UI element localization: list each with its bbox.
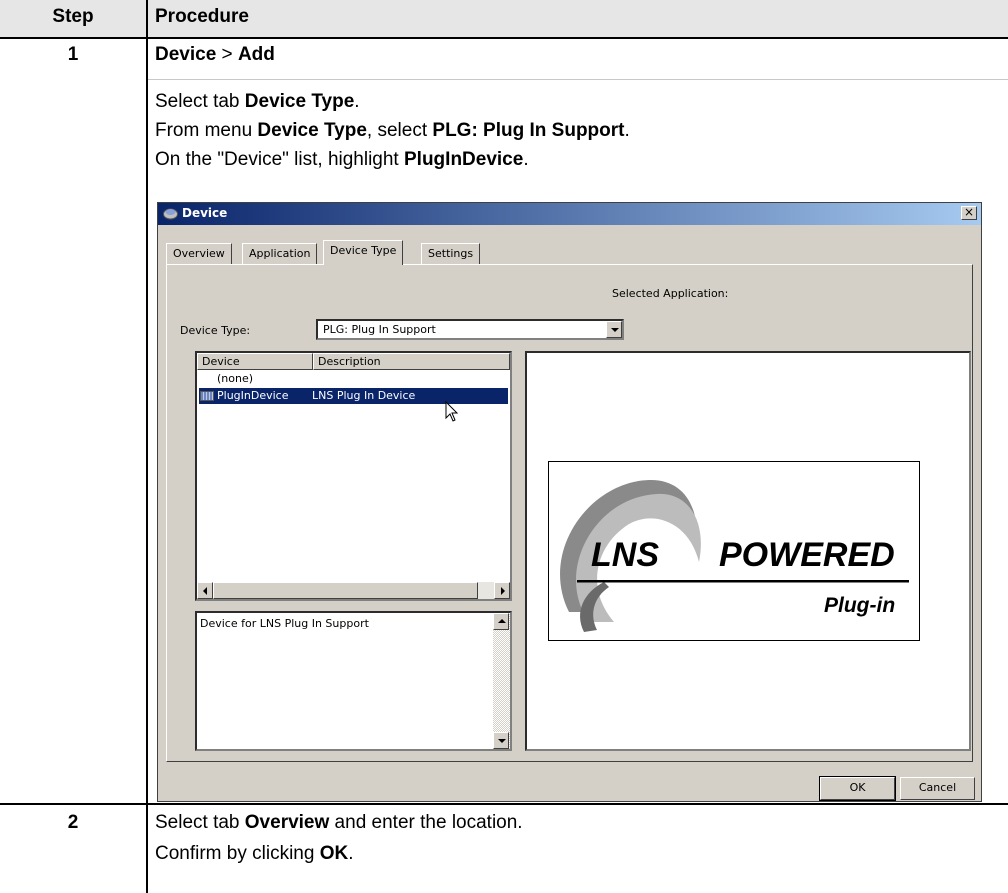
- device-app-icon: [163, 208, 178, 220]
- arrow-left-icon: [203, 587, 207, 595]
- step1-line-select-tab: Select tab Device Type.: [155, 91, 360, 112]
- selected-application-label: Selected Application:: [612, 287, 729, 300]
- close-icon[interactable]: ×: [961, 206, 977, 220]
- step1-line-highlight-device: On the "Device" list, highlight PlugInDe…: [155, 149, 529, 170]
- column-header-description[interactable]: Description: [313, 353, 510, 370]
- step2-line-overview: Select tab Overview and enter the locati…: [155, 812, 523, 833]
- table-header: Step Procedure: [0, 0, 1008, 39]
- dialog-titlebar[interactable]: Device ×: [158, 203, 981, 225]
- column-header-device[interactable]: Device: [197, 353, 313, 370]
- tab-application[interactable]: Application: [242, 243, 318, 264]
- list-item-device: PlugInDevice: [217, 389, 289, 402]
- dropdown-button[interactable]: [606, 321, 622, 338]
- list-item-none[interactable]: (none): [199, 371, 508, 387]
- horizontal-scrollbar[interactable]: [197, 582, 510, 599]
- procedure-column-header: Procedure: [155, 6, 249, 27]
- device-type-select[interactable]: PLG: Plug In Support: [316, 319, 624, 340]
- tab-overview[interactable]: Overview: [166, 243, 232, 264]
- step1-line-device-type-menu: From menu Device Type, select PLG: Plug …: [155, 120, 630, 141]
- ok-button[interactable]: OK: [819, 776, 896, 801]
- device-image-panel: LNS POWERED Plug-in: [525, 351, 971, 751]
- device-type-label: Device Type:: [180, 324, 251, 337]
- device-type-value: PLG: Plug In Support: [323, 323, 436, 336]
- vertical-scrollbar[interactable]: [493, 613, 510, 749]
- step-number-1: 1: [67, 44, 79, 65]
- step-column-header: Step: [52, 6, 94, 27]
- row-separator: [148, 79, 1008, 80]
- logo-plugin-text: Plug-in: [824, 594, 896, 617]
- scroll-thumb[interactable]: [213, 582, 478, 599]
- step-number-2: 2: [67, 812, 79, 833]
- device-list[interactable]: Device Description (none) PlugInDevice L…: [195, 351, 512, 601]
- list-item-device: (none): [217, 372, 254, 385]
- chevron-down-icon: [611, 328, 619, 332]
- dialog-title: Device: [182, 206, 228, 220]
- arrow-down-icon: [498, 739, 506, 743]
- device-description-text: Device for LNS Plug In Support: [200, 617, 369, 630]
- device-dialog: Device × Overview Application Device Typ…: [157, 202, 982, 802]
- lns-powered-logo: LNS POWERED Plug-in: [548, 461, 920, 641]
- scroll-right-button[interactable]: [494, 582, 510, 599]
- step1-line-device-add: Device > Add: [155, 44, 275, 65]
- list-item-description: LNS Plug In Device: [312, 389, 416, 402]
- arrow-right-icon: [501, 587, 505, 595]
- mouse-cursor-icon: [445, 401, 459, 422]
- scroll-up-button[interactable]: [493, 613, 509, 630]
- step2-line-confirm: Confirm by clicking OK.: [155, 843, 354, 864]
- scroll-down-button[interactable]: [493, 732, 509, 749]
- tab-device-type[interactable]: Device Type: [323, 240, 404, 265]
- logo-lns-text: LNS: [591, 536, 659, 574]
- row-divider: [0, 803, 1008, 805]
- tab-settings[interactable]: Settings: [421, 243, 481, 264]
- logo-powered-text: POWERED: [719, 536, 895, 574]
- arrow-up-icon: [498, 619, 506, 623]
- scroll-left-button[interactable]: [197, 582, 213, 599]
- cancel-button[interactable]: Cancel: [900, 777, 975, 800]
- column-divider: [146, 0, 148, 893]
- list-item-pluginDevice[interactable]: PlugInDevice LNS Plug In Device: [199, 388, 508, 404]
- device-icon: [200, 391, 214, 401]
- device-description-box[interactable]: Device for LNS Plug In Support: [195, 611, 512, 751]
